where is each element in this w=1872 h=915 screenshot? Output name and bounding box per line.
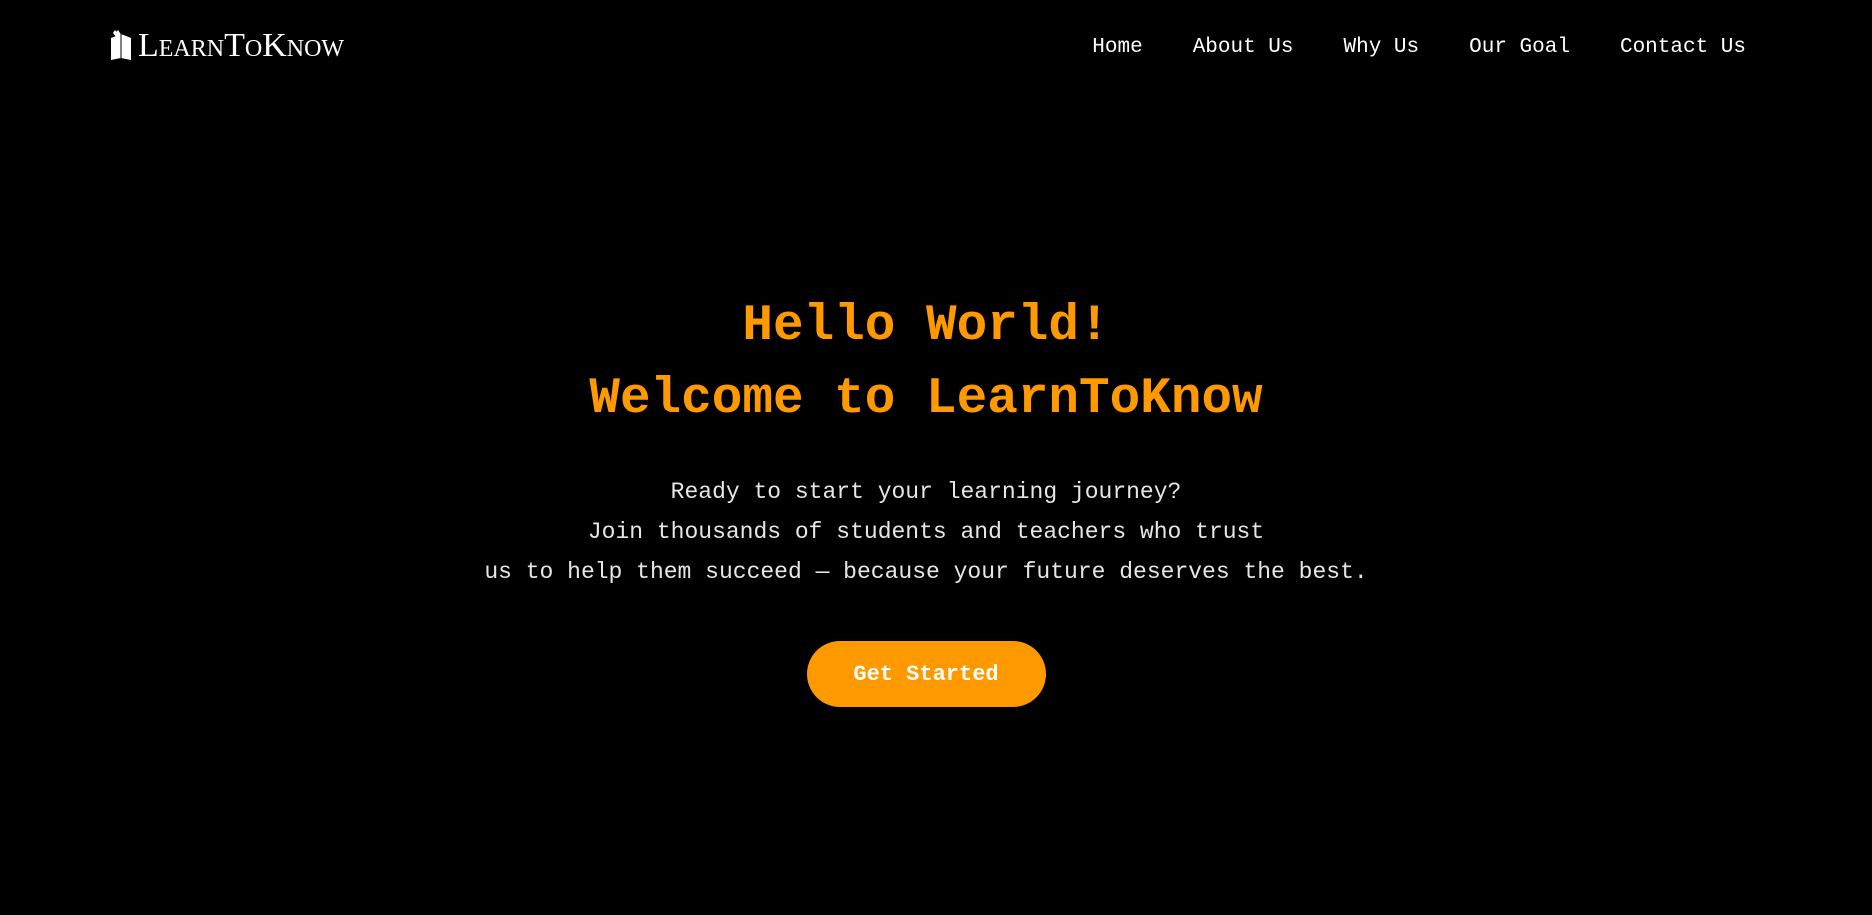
nav-item-about-us[interactable]: About Us xyxy=(1193,36,1294,59)
hero-tagline-line-2: Join thousands of students and teachers … xyxy=(587,519,1265,545)
main-nav: Home About Us Why Us Our Goal Contact Us xyxy=(1092,36,1746,59)
book-icon xyxy=(111,30,131,60)
hero-section: Hello World! Welcome to LearnToKnow Read… xyxy=(0,290,1852,707)
hero-heading: Hello World! Welcome to LearnToKnow xyxy=(0,290,1852,436)
hero-tagline: Ready to start your learning journey? Jo… xyxy=(0,472,1852,592)
nav-item-our-goal[interactable]: Our Goal xyxy=(1469,36,1570,59)
nav-item-why-us[interactable]: Why Us xyxy=(1344,36,1420,59)
brand-name: LearnToKnow xyxy=(138,27,345,64)
hero-tagline-line-3: us to help them succeed — because your f… xyxy=(484,559,1368,585)
hero-heading-line-1: Hello World! xyxy=(742,298,1110,355)
get-started-button[interactable]: Get Started xyxy=(806,641,1046,707)
navbar: LearnToKnow Home About Us Why Us Our Goa… xyxy=(0,0,1872,100)
nav-item-home[interactable]: Home xyxy=(1092,36,1142,59)
hero-tagline-line-1: Ready to start your learning journey? xyxy=(670,479,1182,505)
hero-heading-line-2: Welcome to LearnToKnow xyxy=(589,371,1263,428)
logo[interactable]: LearnToKnow xyxy=(108,26,344,66)
nav-item-contact-us[interactable]: Contact Us xyxy=(1620,36,1746,59)
